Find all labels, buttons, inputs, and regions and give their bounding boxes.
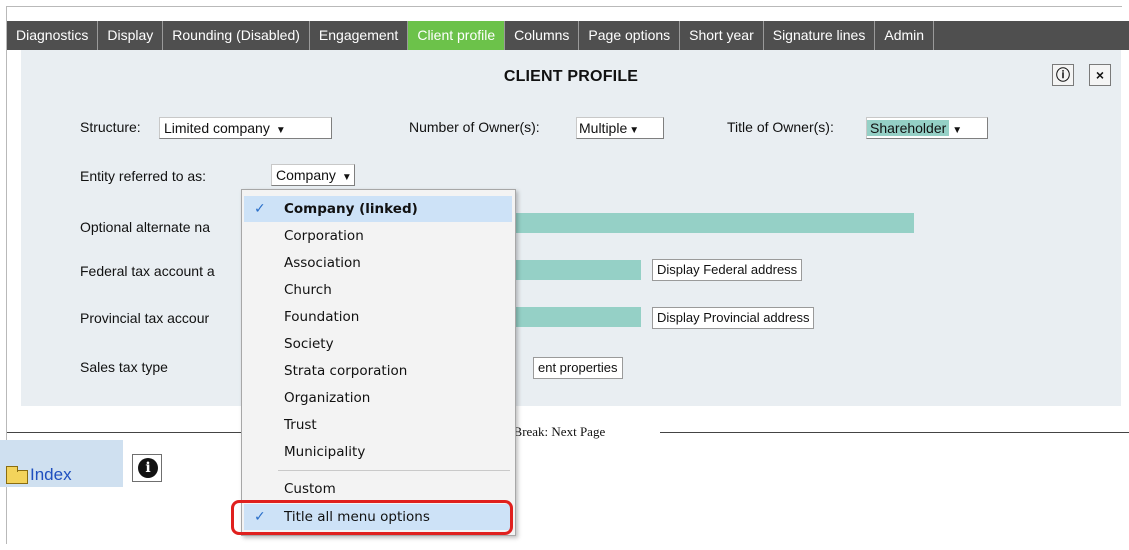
info-icon[interactable]: ⓘ [1052,64,1074,86]
structure-label: Structure: [80,119,141,135]
tab-bar: Diagnostics Display Rounding (Disabled) … [7,21,1129,50]
tab-engagement[interactable]: Engagement [310,21,409,50]
menu-item-municipality[interactable]: Municipality [244,439,512,465]
chevron-down-icon: ▼ [629,125,640,136]
menu-item-church[interactable]: Church [244,277,512,303]
chevron-down-icon: ▼ [275,125,286,136]
title-owner-dropdown[interactable]: Shareholder ▼ [866,117,988,139]
provincial-label: Provincial tax accour [80,310,210,326]
tab-display[interactable]: Display [98,21,164,50]
display-provincial-address-button[interactable]: Display Provincial address [652,307,815,329]
menu-item-society[interactable]: Society [244,331,512,357]
page-title: CLIENT PROFILE [503,68,639,85]
title-owner-value: Shareholder [867,120,950,136]
highlight-box [231,500,513,535]
title-owner-label: Title of Owner(s): [727,119,834,135]
entity-label: Entity referred to as: [80,168,207,184]
alt-name-label: Optional alternate na [80,219,210,235]
alt-name-field[interactable] [515,213,914,233]
folder-icon [6,466,28,484]
tab-rounding[interactable]: Rounding (Disabled) [163,21,310,50]
entity-dropdown[interactable]: Company ▼ [271,164,355,186]
page-break-line-left [7,432,241,433]
tab-client-profile[interactable]: Client profile [408,21,506,50]
close-icon[interactable]: × [1089,64,1111,86]
tab-diagnostics[interactable]: Diagnostics [7,21,99,50]
menu-separator [278,470,510,471]
check-icon: ✓ [254,201,266,217]
menu-item-foundation[interactable]: Foundation [244,304,512,330]
index-link[interactable]: Index [30,465,72,485]
provincial-field[interactable] [515,307,641,327]
owners-label: Number of Owner(s): [409,119,540,135]
structure-dropdown[interactable]: Limited company ▼ [159,117,332,139]
info-button[interactable]: i [132,454,162,482]
menu-item-organization[interactable]: Organization [244,385,512,411]
page-break-line-right [660,432,1129,433]
menu-item-trust[interactable]: Trust [244,412,512,438]
entity-dropdown-menu: ✓ Company (linked) Corporation Associati… [241,189,516,536]
tab-signature-lines[interactable]: Signature lines [764,21,876,50]
sales-tax-label: Sales tax type [80,359,168,375]
menu-item-association[interactable]: Association [244,250,512,276]
federal-field[interactable] [515,260,641,280]
federal-label: Federal tax account a [80,263,215,279]
client-profile-panel: CLIENT PROFILE ⓘ × Structure: Limited co… [21,50,1121,406]
menu-item-company-linked[interactable]: ✓ Company (linked) [244,196,512,222]
menu-item-corporation[interactable]: Corporation [244,223,512,249]
structure-value: Limited company [164,120,270,136]
tab-short-year[interactable]: Short year [680,21,764,50]
chevron-down-icon: ▼ [952,125,963,136]
chevron-down-icon: ▼ [341,172,352,183]
tab-page-options[interactable]: Page options [579,21,681,50]
tab-admin[interactable]: Admin [875,21,935,50]
menu-item-strata-corporation[interactable]: Strata corporation [244,358,512,384]
entity-value: Company [276,167,336,183]
owners-value: Multiple [579,120,628,136]
properties-button[interactable]: ent properties [533,357,623,379]
tab-columns[interactable]: Columns [505,21,580,50]
menu-item-custom[interactable]: Custom [244,476,512,502]
info-icon: i [138,458,158,478]
owners-dropdown[interactable]: Multiple ▼ [576,117,664,139]
display-federal-address-button[interactable]: Display Federal address [652,259,803,281]
